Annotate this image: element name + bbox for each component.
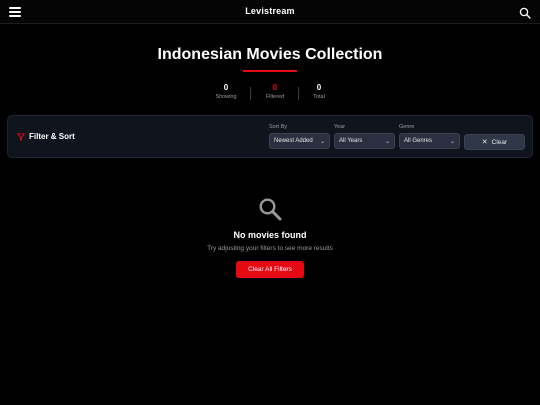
filter-title: Filter & Sort (17, 132, 75, 141)
genre-label: Genre (399, 124, 415, 130)
stat-divider (250, 87, 251, 100)
brand-logo[interactable]: Levistream (0, 6, 540, 16)
year-control: Year All Years ⌄ (334, 124, 395, 149)
top-navbar: Levistream (0, 0, 540, 24)
clear-button-label: Clear (491, 138, 508, 146)
stat-value: 0 (316, 83, 322, 92)
search-icon[interactable] (519, 6, 531, 19)
chevron-down-icon: ⌄ (449, 138, 455, 145)
funnel-icon (17, 132, 25, 141)
sort-by-control: Sort By Newest Added ⌄ (269, 124, 330, 149)
empty-state-title: No movies found (233, 230, 307, 240)
sort-by-label: Sort By (269, 124, 288, 130)
stat-label: Showing (215, 94, 237, 100)
year-label: Year (334, 124, 346, 130)
stat-total: 0 Total (299, 83, 339, 102)
year-select[interactable]: All Years ⌄ (334, 133, 395, 149)
filter-title-text: Filter & Sort (29, 132, 75, 141)
filter-panel: Filter & Sort Sort By Newest Added ⌄ Yea… (7, 115, 533, 158)
sort-by-value: Newest Added (274, 138, 313, 144)
chevron-down-icon: ⌄ (319, 138, 325, 145)
stat-label: Filtered (265, 94, 285, 100)
close-icon: ✕ (481, 139, 488, 146)
page-title: Indonesian Movies Collection (157, 46, 383, 63)
clear-button[interactable]: ✕ Clear (464, 134, 525, 150)
stat-label: Total (313, 94, 325, 100)
sort-by-select[interactable]: Newest Added ⌄ (269, 133, 330, 149)
title-underline (243, 70, 297, 72)
chevron-down-icon: ⌄ (384, 138, 390, 145)
genre-value: All Genres (404, 138, 433, 144)
stat-filtered: 0 Filtered (255, 83, 295, 102)
stats-bar: 0 Showing 0 Filtered 0 Total (200, 83, 340, 105)
stat-showing: 0 Showing (206, 83, 246, 102)
stat-value: 0 (272, 83, 278, 92)
stat-value: 0 (223, 83, 229, 92)
empty-state-subtitle: Try adjusting your filters to see more r… (207, 245, 333, 252)
search-icon (258, 197, 282, 221)
year-value: All Years (339, 138, 363, 144)
genre-control: Genre All Genres ⌄ (399, 124, 460, 149)
genre-select[interactable]: All Genres ⌄ (399, 133, 460, 149)
clear-all-filters-button[interactable]: Clear All Filters (236, 261, 304, 278)
